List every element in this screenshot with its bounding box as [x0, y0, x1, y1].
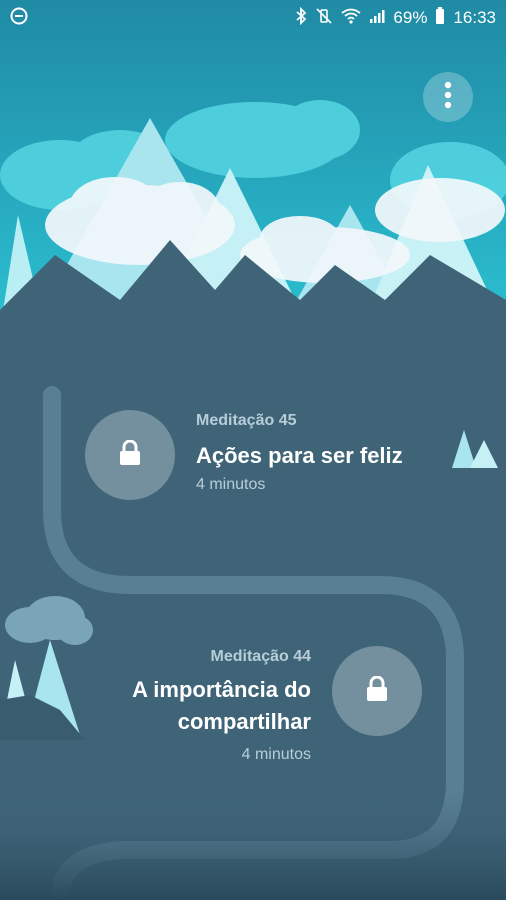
meditation-45-lock-button[interactable] [85, 410, 175, 500]
lock-icon [365, 675, 389, 707]
meditation-45-card[interactable]: Meditação 45 Ações para ser feliz 4 minu… [196, 412, 403, 494]
meditation-44-lock-button[interactable] [332, 646, 422, 736]
meditation-duration: 4 minutos [196, 476, 266, 493]
meditation-title-line-1: A importância do [132, 677, 311, 702]
bluetooth-icon [295, 6, 307, 30]
more-options-button[interactable] [423, 72, 473, 122]
lock-icon [118, 439, 142, 471]
clock: 16:33 [453, 8, 496, 27]
status-bar: 69% 16:33 [0, 0, 506, 36]
meditation-duration: 4 minutos [241, 746, 311, 763]
meditation-title-line-2: compartilhar [177, 709, 311, 734]
battery-icon [435, 6, 445, 30]
battery-level: 69% [393, 8, 428, 27]
do-not-disturb-icon [10, 7, 28, 30]
meditation-number: Meditação 44 [210, 648, 311, 665]
meditation-44-card[interactable]: Meditação 44 A importância do compartilh… [132, 648, 311, 764]
signal-icon [369, 8, 385, 29]
meditation-number: Meditação 45 [196, 412, 297, 429]
more-vert-icon [444, 81, 452, 114]
meditation-title: Ações para ser feliz [196, 443, 403, 468]
vibrate-icon [315, 7, 333, 30]
wifi-icon [341, 8, 361, 29]
